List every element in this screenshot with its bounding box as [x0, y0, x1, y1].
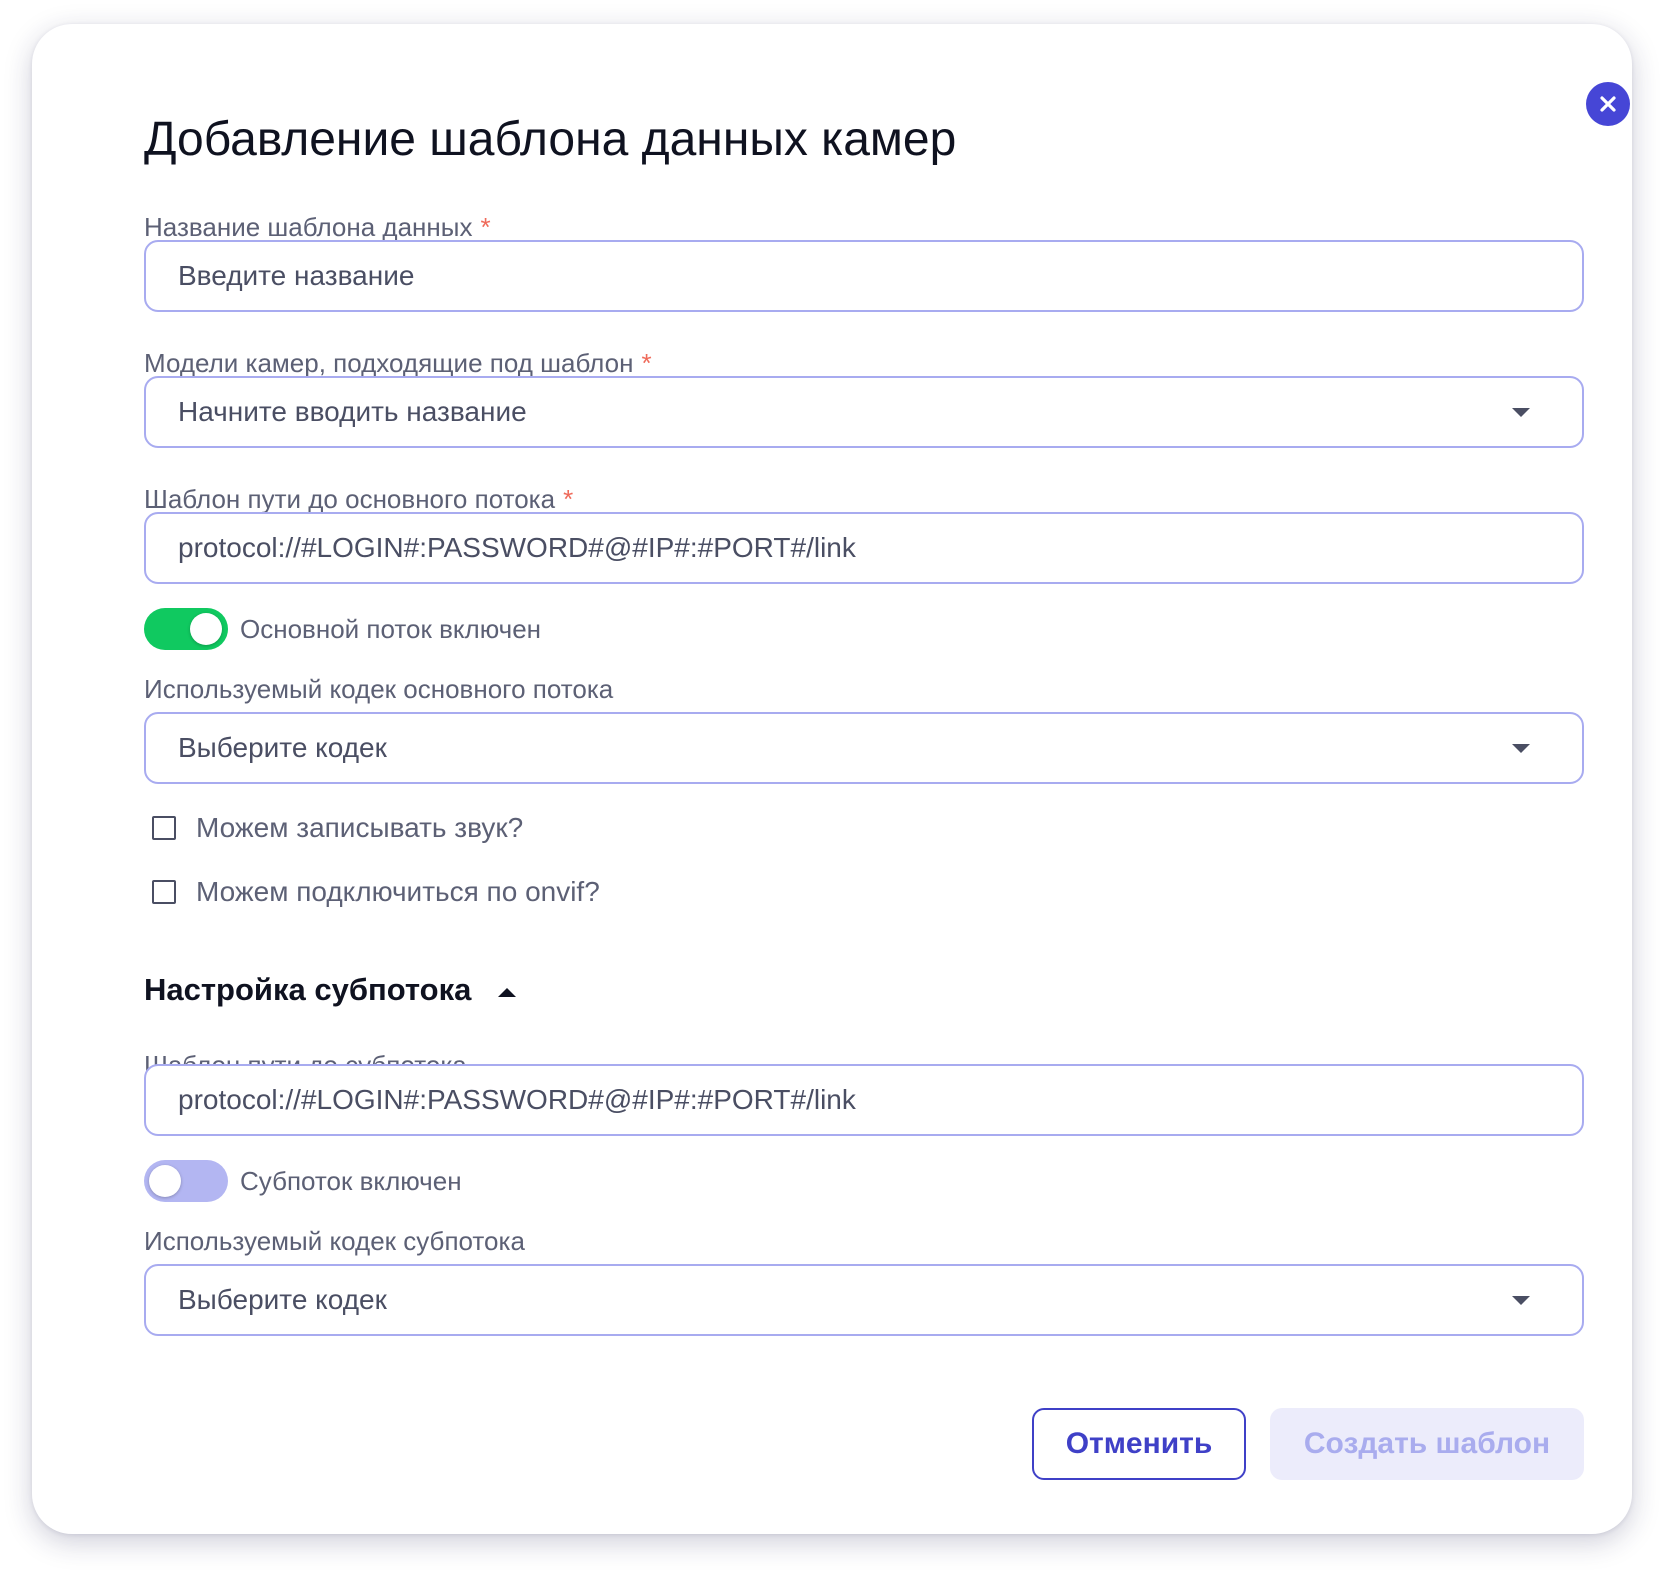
- cancel-button[interactable]: Отменить: [1032, 1408, 1246, 1480]
- substream-toggle-label: Субпоток включен: [240, 1166, 462, 1196]
- close-icon: [1600, 96, 1616, 112]
- main-codec-placeholder: Выберите кодек: [178, 732, 387, 763]
- main-stream-toggle[interactable]: [144, 608, 228, 650]
- onvif-label[interactable]: Можем подключиться по onvif?: [196, 876, 600, 908]
- template-name-label: Название шаблона данных *: [144, 212, 491, 242]
- main-codec-label: Используемый кодек основного потока: [144, 674, 614, 704]
- chevron-up-icon[interactable]: [498, 988, 516, 997]
- substream-codec-label: Используемый кодек субпотока: [144, 1226, 525, 1256]
- camera-models-select[interactable]: Начните вводить название: [144, 376, 1584, 448]
- camera-models-placeholder: Начните вводить название: [178, 396, 527, 427]
- dialog-title: Добавление шаблона данных камер: [144, 113, 957, 166]
- toggle-knob: [190, 613, 222, 645]
- main-stream-path-label: Шаблон пути до основного потока *: [144, 484, 574, 514]
- main-stream-toggle-label: Основной поток включен: [240, 614, 542, 644]
- main-codec-select[interactable]: Выберите кодек: [144, 712, 1584, 784]
- main-stream-path-placeholder: protocol://#LOGIN#:PASSWORD#@#IP#:#PORT#…: [178, 532, 856, 563]
- substream-codec-placeholder: Выберите кодек: [178, 1284, 387, 1315]
- chevron-down-icon: [1512, 743, 1530, 753]
- template-name-placeholder: Введите название: [178, 260, 415, 291]
- required-mark: *: [480, 212, 491, 242]
- substream-path-placeholder: protocol://#LOGIN#:PASSWORD#@#IP#:#PORT#…: [178, 1084, 856, 1115]
- record-sound-checkbox[interactable]: [152, 816, 176, 840]
- onvif-checkbox[interactable]: [152, 880, 176, 904]
- toggle-knob: [149, 1165, 181, 1197]
- close-button[interactable]: [1586, 82, 1630, 126]
- substream-toggle[interactable]: [144, 1160, 228, 1202]
- create-template-button[interactable]: Создать шаблон: [1270, 1408, 1584, 1480]
- main-stream-path-input[interactable]: protocol://#LOGIN#:PASSWORD#@#IP#:#PORT#…: [144, 512, 1584, 584]
- template-name-input[interactable]: Введите название: [144, 240, 1584, 312]
- required-mark: *: [563, 484, 574, 514]
- substream-section-title[interactable]: Настройка субпотока: [144, 972, 471, 1008]
- template-dialog: Добавление шаблона данных камер Название…: [32, 24, 1632, 1534]
- required-mark: *: [641, 348, 652, 378]
- substream-path-input[interactable]: protocol://#LOGIN#:PASSWORD#@#IP#:#PORT#…: [144, 1064, 1584, 1136]
- chevron-down-icon: [1512, 407, 1530, 417]
- substream-codec-select[interactable]: Выберите кодек: [144, 1264, 1584, 1336]
- record-sound-label[interactable]: Можем записывать звук?: [196, 812, 523, 844]
- camera-models-label: Модели камер, подходящие под шаблон *: [144, 348, 652, 378]
- chevron-down-icon: [1512, 1295, 1530, 1305]
